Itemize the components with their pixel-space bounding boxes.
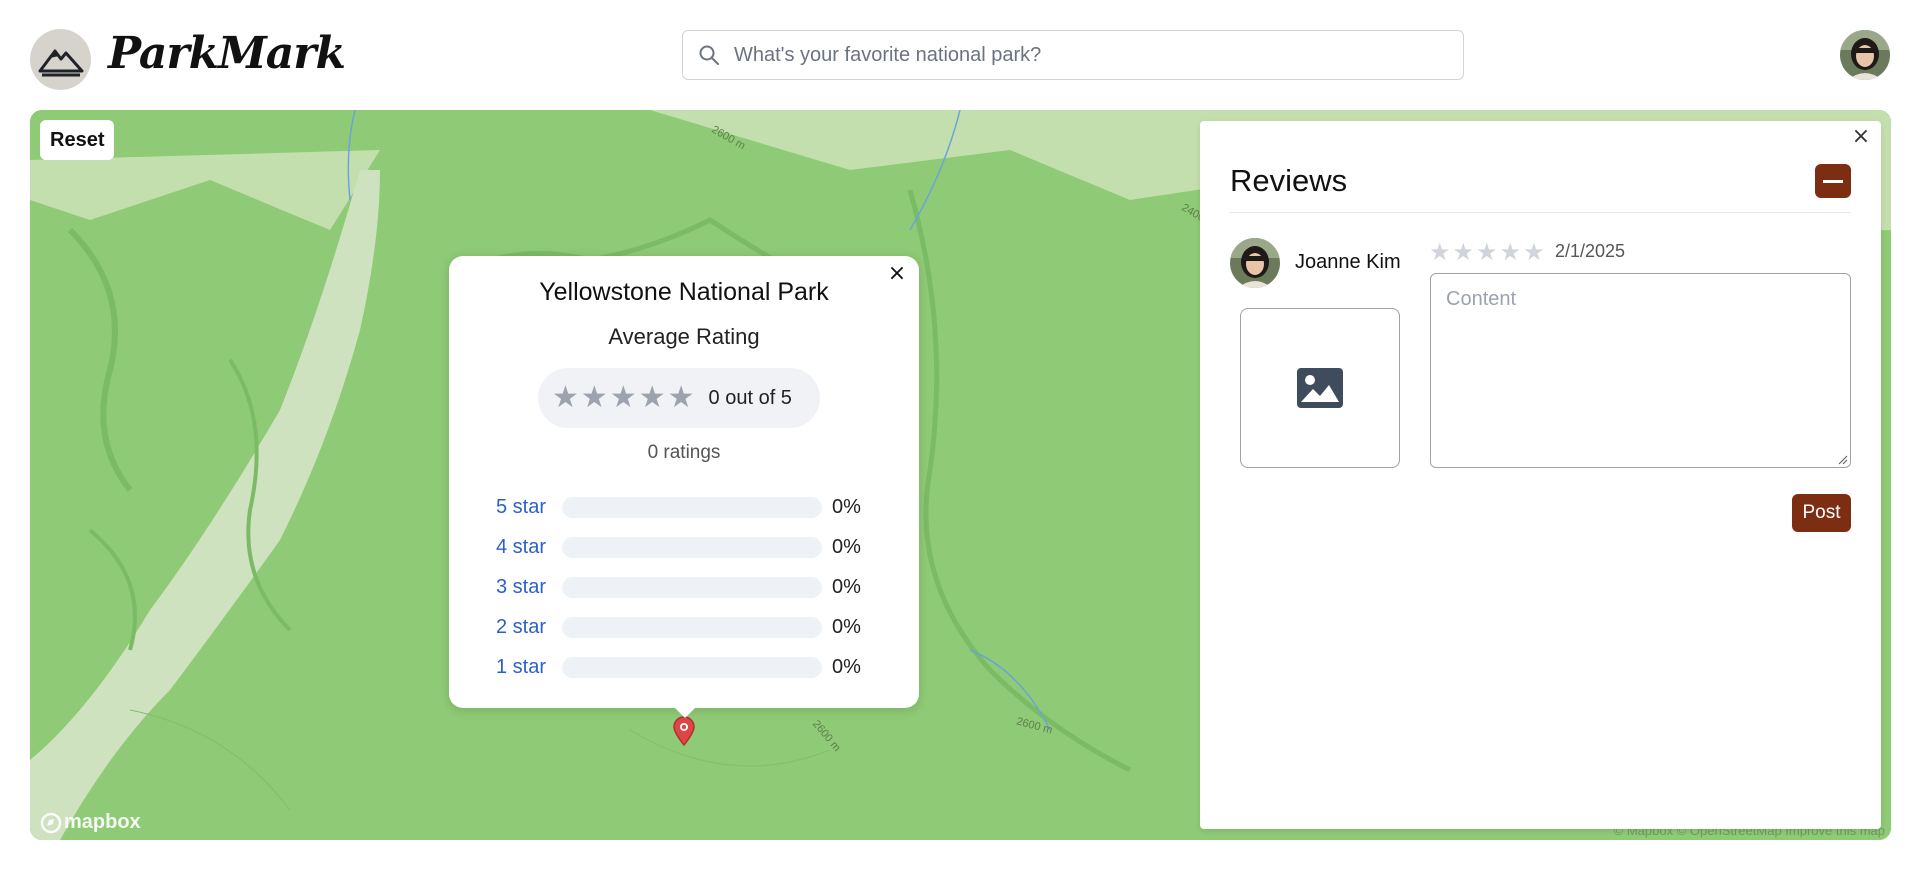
post-button[interactable]: Post [1792,494,1851,532]
star-icon: ★ [580,380,608,415]
image-upload-button[interactable] [1240,308,1400,468]
rating-score: 0 out of 5 [708,386,792,409]
minus-icon [1823,179,1843,183]
ratings-count: 0 ratings [647,442,721,463]
mapbox-wordmark: mapbox [64,811,141,833]
histogram-row: 1 star 0% [496,647,876,687]
star-icon[interactable]: ★ [1429,237,1451,267]
star-icon: ★ [609,380,637,415]
park-name: Yellowstone National Park [539,278,829,306]
mountain-logo-icon[interactable] [30,29,91,90]
star-icon[interactable]: ★ [1523,237,1545,267]
search-icon [699,45,719,65]
reviews-close-button[interactable]: × [1849,125,1873,149]
review-date: 2/1/2025 [1555,241,1626,261]
histogram-percent: 0% [832,575,861,598]
reviews-panel: × Reviews Joanne Kim ★★★★★ 2/1/2025 Post [1200,121,1881,829]
review-content-input[interactable] [1430,273,1851,468]
rating-stars: ★ ★ ★ ★ ★ [552,383,695,413]
star-icon[interactable]: ★ [1453,237,1475,267]
histogram-star-link[interactable]: 3 star [496,576,556,599]
reviewer-avatar [1230,238,1280,288]
brand-name[interactable]: ParkMark [108,28,346,79]
histogram-percent: 0% [832,535,861,558]
mapbox-icon [40,812,62,833]
rating-histogram: 5 star 0% 4 star 0% 3 star 0% 2 star 0% 1 star 0% [496,487,876,687]
map-pin-icon[interactable] [672,716,696,746]
review-star-input[interactable]: ★ ★ ★ ★ ★ [1429,237,1545,267]
reviews-title: Reviews [1230,163,1348,198]
popup-tip [673,706,697,718]
histogram-star-link[interactable]: 4 star [496,536,556,559]
histogram-bar [562,496,822,518]
minimize-button[interactable] [1815,164,1851,198]
average-rating-pill: ★ ★ ★ ★ ★ 0 out of 5 [538,368,820,428]
histogram-bar [562,616,822,638]
star-icon: ★ [667,380,695,415]
histogram-percent: 0% [832,495,861,518]
histogram-row: 3 star 0% [496,567,876,607]
histogram-star-link[interactable]: 5 star [496,496,556,519]
star-icon[interactable]: ★ [1476,237,1498,267]
top-header: ParkMark [0,0,1920,110]
histogram-star-link[interactable]: 1 star [496,656,556,679]
star-icon: ★ [552,380,579,415]
reviewer-name: Joanne Kim [1295,251,1401,273]
park-popup: × Yellowstone National Park Average Rati… [449,256,919,708]
search-input[interactable] [734,43,1434,67]
histogram-bar [562,656,822,678]
histogram-row: 5 star 0% [496,487,876,527]
histogram-bar [562,576,822,598]
reset-button[interactable]: Reset [40,120,115,160]
average-rating-label: Average Rating [608,324,760,349]
histogram-star-link[interactable]: 2 star [496,616,556,639]
image-icon [1297,368,1343,408]
user-avatar[interactable] [1840,30,1890,80]
resize-handle-icon[interactable] [1838,455,1848,465]
histogram-percent: 0% [832,615,861,638]
search-bar[interactable] [682,30,1464,80]
histogram-row: 4 star 0% [496,527,876,567]
star-icon: ★ [638,380,666,415]
histogram-row: 2 star 0% [496,607,876,647]
divider [1230,212,1851,213]
histogram-bar [562,536,822,558]
histogram-percent: 0% [832,655,861,678]
star-icon[interactable]: ★ [1500,237,1522,267]
mapbox-logo[interactable]: mapbox [40,811,141,834]
